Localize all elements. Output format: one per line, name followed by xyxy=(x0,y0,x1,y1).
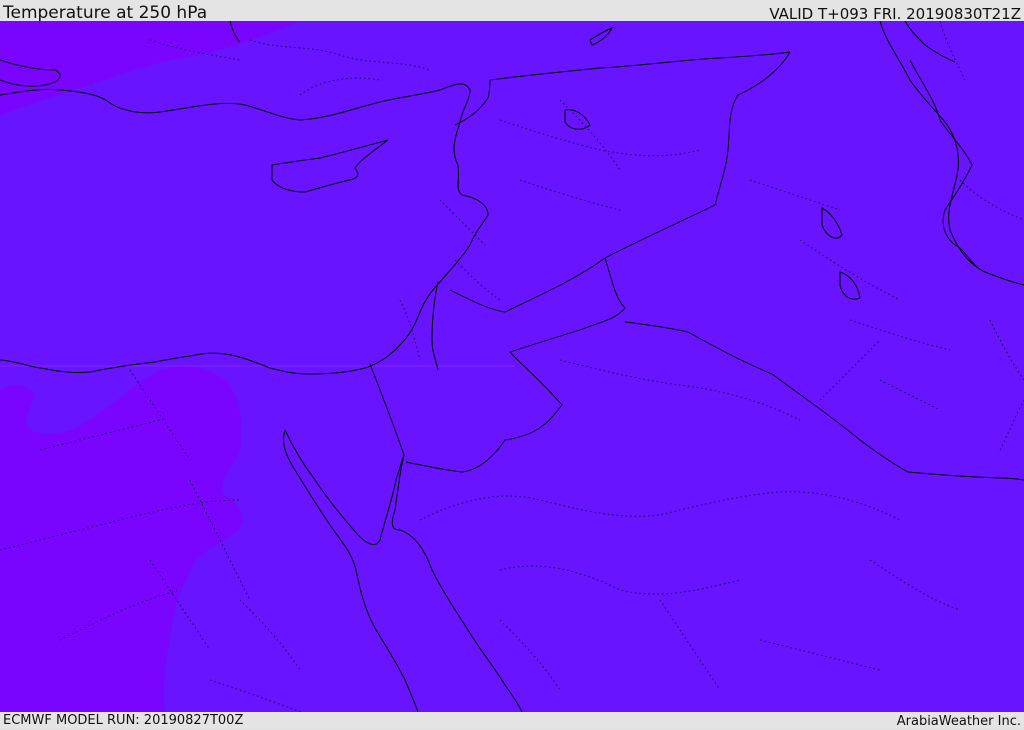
credit-label: ArabiaWeather Inc. xyxy=(896,714,1021,729)
model-run-label: ECMWF MODEL RUN: 20190827T00Z xyxy=(3,713,244,728)
header-bar: Temperature at 250 hPa VALID T+093 FRI. … xyxy=(0,0,1024,23)
map-canvas xyxy=(0,21,1024,712)
weather-map[interactable] xyxy=(0,21,1024,712)
footer-bar: ECMWF MODEL RUN: 20190827T00Z ArabiaWeat… xyxy=(0,712,1024,729)
map-title: Temperature at 250 hPa xyxy=(3,3,208,23)
